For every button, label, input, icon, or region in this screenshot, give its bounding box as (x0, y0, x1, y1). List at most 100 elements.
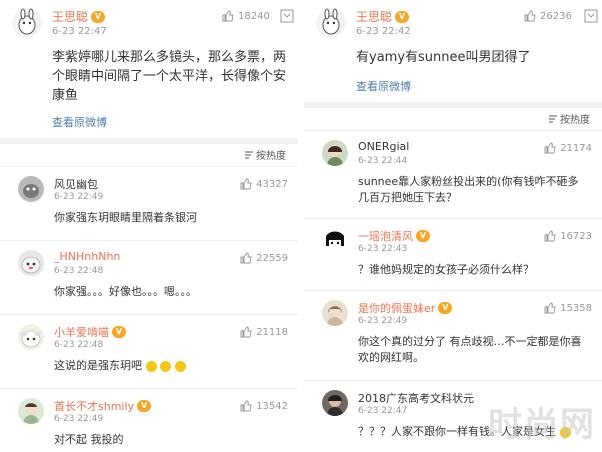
author-name[interactable]: 王思聪 V (356, 8, 410, 25)
post-time: 6-23 22:47 (52, 26, 107, 37)
comment-time: 6-23 22:48 (54, 266, 104, 276)
comment-text: 你家强。。。好像也。。。嗯。。。 (54, 285, 197, 298)
emoji-icon (174, 360, 186, 372)
post-like-button[interactable]: 18240 (222, 10, 270, 22)
comment-like-button[interactable]: 43327 (240, 178, 288, 190)
commenter-avatar[interactable] (18, 250, 44, 276)
commenter-avatar[interactable] (322, 140, 348, 166)
commenter-name-label: 风见幽包 (54, 178, 98, 191)
more-options-icon[interactable] (584, 9, 598, 23)
sort-by-hot-button[interactable]: 按热度 (244, 147, 286, 162)
sort-icon (245, 151, 253, 158)
author-name[interactable]: 王思聪 V (52, 8, 106, 25)
vip-badge-icon: V (91, 10, 106, 23)
commenter-name[interactable]: 一瑶泡清风 V (358, 228, 430, 244)
more-options-icon[interactable] (280, 9, 294, 23)
comment-text: 这说的是强东玥吧 (54, 358, 284, 374)
comment-item: 首长不才shmily V 6-23 22:49 13542 对不起 我投的 (0, 392, 298, 452)
sort-bar: 按热度 (304, 108, 602, 130)
comment-like-button[interactable]: 22559 (240, 252, 288, 264)
commenter-name-label: ONERgial (358, 140, 410, 153)
post-like-button[interactable]: 26236 (524, 10, 572, 22)
sort-icon (549, 115, 557, 122)
comment-text-label: 这说的是强东玥吧 (54, 359, 142, 372)
commenter-name-label: _HNHnhNhn (54, 250, 121, 263)
commenter-name[interactable]: 2018广东高考文科状元 (358, 390, 474, 406)
commenter-avatar[interactable] (322, 300, 348, 326)
commenter-name-label: 小羊爱啃喵 (54, 326, 109, 339)
comment-text: 你这个真的过分了 有点歧视…不一定都是你喜欢的网红啊。 (358, 335, 582, 364)
comment-item: 一瑶泡清风 V 6-23 22:43 16723 ？谁他妈规定的女孩子必须什么样… (304, 222, 602, 290)
sort-label: 按热度 (256, 151, 286, 162)
comment-like-count: 22559 (256, 252, 288, 264)
comment-like-button[interactable]: 16723 (544, 230, 592, 242)
comment-time: 6-23 22:48 (54, 340, 104, 350)
commenter-name[interactable]: 小羊爱啃喵 V (54, 324, 126, 340)
comment-like-count: 21174 (560, 142, 592, 154)
comment-time: 6-23 22:49 (54, 414, 104, 424)
post-content: 李紫婷哪儿来那么多镜头，那么多票，两个眼睛中间隔了一个太平洋，长得像个安康鱼 (52, 50, 287, 103)
comment-like-button[interactable]: 15358 (544, 302, 592, 314)
post-content: 有yamy有sunnee叫男团得了 (356, 50, 531, 65)
comment-time: 6-23 22:47 (358, 406, 408, 416)
author-avatar[interactable] (12, 8, 42, 38)
comment-time: 6-23 22:43 (358, 244, 408, 254)
thumb-up-icon (240, 326, 252, 338)
comment-like-count: 43327 (256, 178, 288, 190)
comment-like-count: 13542 (256, 400, 288, 412)
author-avatar[interactable] (316, 8, 346, 38)
view-original-link[interactable]: 查看原微博 (52, 114, 107, 130)
comment-text: 你家强东玥眼睛里隔着条银河 (54, 211, 197, 224)
commenter-avatar[interactable] (18, 176, 44, 202)
screenshot-composite: 王思聪 V 6-23 22:47 18240 李紫婷哪儿来那么多镜头，那么多票，… (0, 0, 602, 452)
emoji-icon (160, 360, 171, 372)
comment-time: 6-23 22:49 (54, 192, 104, 202)
sort-label: 按热度 (560, 115, 590, 126)
thumb-up-icon (544, 302, 556, 314)
view-original-link[interactable]: 查看原微博 (356, 78, 411, 94)
comment-like-button[interactable]: 13542 (240, 400, 288, 412)
commenter-avatar[interactable] (18, 324, 44, 350)
comment-text: sunnee靠人家粉丝投出来的(你有钱咋不砸多几百万把她压下去？ (358, 175, 579, 204)
commenter-name[interactable]: 是你的佩蛋妹er V (358, 300, 453, 316)
thumb-up-icon (240, 178, 252, 190)
weibo-post: 王思聪 V 6-23 22:47 18240 李紫婷哪儿来那么多镜头，那么多票，… (0, 0, 298, 138)
divider (0, 388, 298, 389)
post-like-count: 26236 (540, 10, 572, 22)
commenter-name[interactable]: _HNHnhNhn (54, 250, 120, 263)
commenter-name[interactable]: ONERgial (358, 140, 409, 153)
divider (304, 380, 602, 381)
thumb-up-icon (524, 10, 536, 22)
commenter-name-label: 首长不才shmily (54, 400, 135, 413)
thumb-up-icon (240, 400, 252, 412)
commenter-avatar[interactable] (322, 228, 348, 254)
post-time: 6-23 22:42 (356, 26, 411, 37)
commenter-name[interactable]: 首长不才shmily V (54, 398, 152, 414)
comment-item: 是你的佩蛋妹er V 6-23 22:49 15358 你这个真的过分了 有点歧… (304, 294, 602, 380)
comment-item: ONERgial 6-23 22:44 21174 sunnee靠人家粉丝投出来… (304, 134, 602, 218)
sort-bar: 按热度 (0, 144, 298, 166)
comment-item: _HNHnhNhn 6-23 22:48 22559 你家强。。。好像也。。。嗯… (0, 244, 298, 314)
vip-badge-icon: V (438, 302, 453, 314)
divider (0, 166, 298, 167)
commenter-avatar[interactable] (18, 398, 44, 424)
commenter-avatar[interactable] (322, 390, 348, 416)
comment-like-button[interactable]: 21118 (240, 326, 288, 338)
sort-by-hot-button[interactable]: 按热度 (548, 111, 590, 126)
comment-item: 小羊爱啃喵 V 6-23 22:48 21118 这说的是强东玥吧 (0, 318, 298, 388)
comment-like-count: 16723 (560, 230, 592, 242)
thumb-up-icon (544, 230, 556, 242)
commenter-name-label: 2018广东高考文科状元 (358, 392, 474, 405)
vip-badge-icon: V (112, 326, 126, 338)
comment-time: 6-23 22:44 (358, 156, 408, 166)
comment-time: 6-23 22:49 (358, 316, 408, 326)
thumb-up-icon (240, 252, 252, 264)
commenter-name[interactable]: 风见幽包 (54, 176, 98, 192)
comment-text: 对不起 我投的 (54, 433, 124, 446)
comment-like-button[interactable]: 21174 (544, 142, 592, 154)
thumb-up-icon (222, 10, 234, 22)
comment-item: 风见幽包 6-23 22:49 43327 你家强东玥眼睛里隔着条银河 (0, 170, 298, 240)
divider (0, 240, 298, 241)
vip-badge-icon: V (416, 230, 430, 242)
divider (0, 314, 298, 315)
